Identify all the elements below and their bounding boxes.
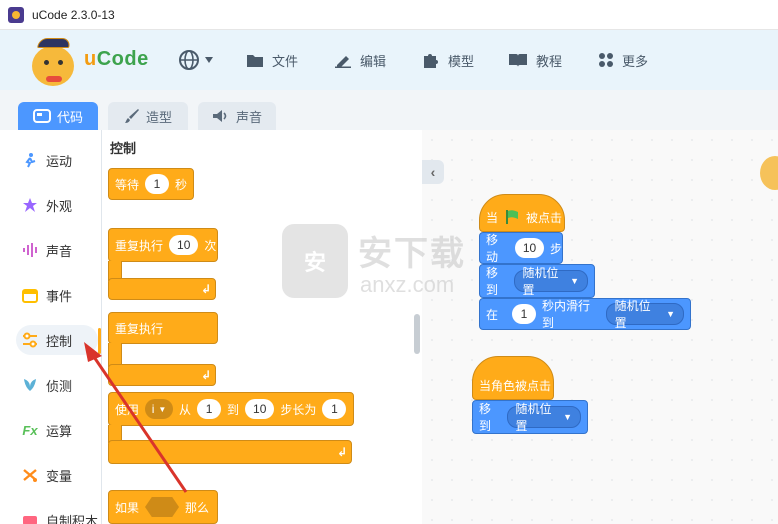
tab-code[interactable]: 代码 [18, 102, 98, 130]
category-label: 声音 [46, 243, 73, 259]
sound-icon [22, 242, 38, 258]
brand-name: uCode [84, 48, 149, 70]
palette-title: 控制 [110, 141, 137, 156]
collapse-palette-button[interactable]: ‹ [422, 160, 444, 184]
block-move-steps[interactable]: 移动 10 步 [479, 232, 563, 264]
speaker-icon [212, 110, 227, 122]
brush-icon [124, 109, 139, 123]
watermark-en: anxz.com [360, 272, 455, 297]
block-repeat[interactable]: 重复执行 10 次 [108, 228, 218, 262]
category-label: 运算 [46, 423, 73, 439]
menu-more-label: 更多 [622, 53, 649, 69]
menu-model[interactable]: 模型 [422, 48, 474, 72]
pencil-icon [335, 56, 351, 68]
shield-icon: 安 [282, 224, 348, 298]
variable-icon [22, 467, 38, 483]
block-for-loop[interactable]: 使用 i ▼ 从 1 到 10 步长为 1 [108, 392, 354, 426]
wait-seconds-input[interactable]: 1 [145, 174, 170, 194]
operator-icon: Fx [22, 422, 38, 438]
window-titlebar: uCode 2.3.0-13 [0, 0, 778, 30]
tab-sound-label: 声音 [235, 109, 262, 125]
chevron-left-icon: ‹ [430, 164, 436, 180]
block-wait[interactable]: 等待 1 秒 [108, 168, 194, 200]
sensing-icon [22, 377, 38, 393]
block-forever[interactable]: 重复执行 [108, 312, 218, 344]
block-repeat-footer: ↲ [108, 278, 216, 300]
motion-icon [22, 152, 38, 168]
grid-icon [599, 53, 613, 67]
move-steps-input[interactable]: 10 [515, 238, 544, 258]
glide-target-dropdown[interactable]: 随机位置 ▼ [605, 299, 684, 330]
category-sensing[interactable]: 侦测 [16, 370, 98, 400]
block-go-to[interactable]: 移到 随机位置 ▼ [479, 264, 595, 298]
category-label: 变量 [46, 468, 73, 484]
loop-step-input[interactable]: 1 [322, 399, 347, 419]
glide-seconds-input[interactable]: 1 [512, 304, 537, 324]
watermark: 安 安下载 anxz.com [282, 224, 512, 304]
repeat-count-input[interactable]: 10 [169, 235, 199, 255]
category-motion[interactable]: 运动 [16, 145, 98, 175]
menu-model-label: 模型 [448, 53, 475, 69]
menu-edit[interactable]: 编辑 [334, 48, 386, 72]
goto-target-dropdown-2[interactable]: 随机位置 ▼ [506, 402, 581, 433]
goto-target-dropdown[interactable]: 随机位置 ▼ [513, 266, 588, 297]
category-operators[interactable]: Fx 运算 [16, 415, 98, 445]
event-icon [22, 287, 38, 303]
category-label: 侦测 [46, 378, 73, 394]
palette-scrollbar[interactable] [414, 314, 420, 354]
menu-tutorial-label: 教程 [536, 53, 563, 69]
block-for-loop-footer: ↲ [108, 440, 352, 464]
menu-file-label: 文件 [272, 53, 299, 69]
puzzle-icon [424, 54, 438, 68]
stage-sprite-preview [760, 148, 778, 192]
category-label: 外观 [46, 198, 73, 214]
tab-costume-label: 造型 [145, 109, 172, 125]
block-palette: 控制 等待 1 秒 重复执行 10 次 ↲ 重复执行 ↲ 使用 i ▼ 从 1 到… [102, 130, 422, 524]
menu-file[interactable]: 文件 [246, 48, 298, 72]
code-icon [32, 109, 51, 123]
caret-down-icon [205, 57, 213, 63]
category-sound[interactable]: 声音 [16, 235, 98, 265]
category-sidebar: 运动 外观 声音 事件 控制 侦测 Fx 运算 变量 自制积木 [10, 130, 102, 524]
tab-code-label: 代码 [56, 109, 83, 125]
active-category-marker [98, 328, 101, 354]
mascot-logo[interactable] [28, 34, 80, 86]
category-control[interactable]: 控制 [16, 325, 98, 355]
window-title: uCode 2.3.0-13 [32, 7, 115, 22]
category-label: 控制 [46, 333, 73, 349]
tab-sound[interactable]: 声音 [198, 102, 276, 130]
myblocks-icon [22, 512, 38, 524]
block-when-sprite-clicked[interactable]: 当角色被点击 [472, 356, 554, 400]
category-label: 自制积木 [46, 513, 99, 524]
top-menubar: uCode 文件 编辑 模型 教程 更多 [0, 30, 778, 90]
green-flag-icon [506, 210, 519, 224]
block-go-to-2[interactable]: 移到 随机位置 ▼ [472, 400, 588, 434]
book-icon [509, 54, 527, 67]
folder-icon [247, 55, 263, 67]
category-looks[interactable]: 外观 [16, 190, 98, 220]
loop-start-input[interactable]: 1 [197, 399, 222, 419]
block-forever-footer: ↲ [108, 364, 216, 386]
tab-costume[interactable]: 造型 [108, 102, 188, 130]
menu-tutorial[interactable]: 教程 [508, 48, 562, 72]
loop-end-input[interactable]: 10 [245, 399, 275, 419]
control-icon [22, 332, 38, 348]
category-label: 运动 [46, 153, 73, 169]
category-myblocks[interactable]: 自制积木 [16, 505, 98, 524]
category-events[interactable]: 事件 [16, 280, 98, 310]
looks-icon [22, 197, 38, 213]
category-variables[interactable]: 变量 [16, 460, 98, 490]
menu-more[interactable]: 更多 [598, 48, 648, 72]
condition-slot[interactable] [145, 497, 180, 517]
language-button[interactable] [178, 48, 222, 72]
watermark-cn: 安下载 [358, 235, 466, 273]
category-label: 事件 [46, 288, 73, 304]
loop-variable-dropdown[interactable]: i ▼ [145, 399, 174, 419]
menu-edit-label: 编辑 [360, 53, 387, 69]
globe-icon [179, 50, 199, 70]
block-when-flag-clicked[interactable]: 当 被点击 [479, 194, 565, 232]
block-if[interactable]: 如果 那么 [108, 490, 218, 524]
block-glide[interactable]: 在 1 秒内滑行到 随机位置 ▼ [479, 298, 691, 330]
app-icon [8, 6, 24, 23]
